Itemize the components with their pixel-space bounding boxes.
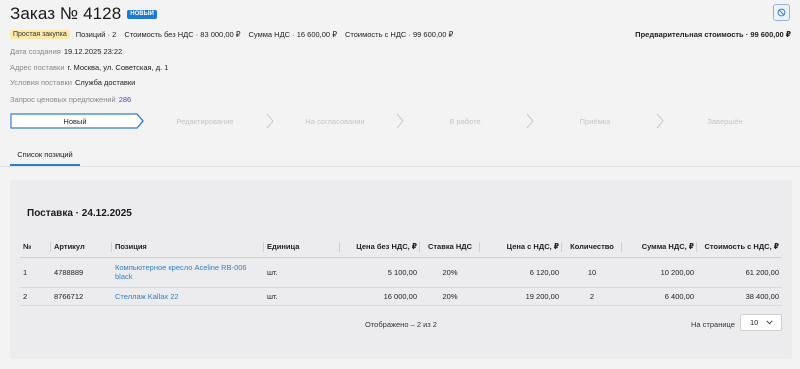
status-badge: НОВЫЙ	[127, 9, 157, 19]
col-header-unit: Единица	[264, 237, 340, 258]
table-row: 2 8766712 Стеллаж Kallax 22 шт. 16 000,0…	[20, 287, 782, 306]
cell-vat-sum: 10 200,00	[622, 257, 697, 288]
col-header-position: Позиция	[112, 237, 264, 258]
table-row: 1 4788889 Компьютерное кресло Aceline RB…	[20, 257, 782, 288]
created-date-row: Дата создания 19.12.2025 23:22	[10, 47, 122, 56]
table-header-row: № Артикул Позиция Единица Цена без НДС, …	[20, 237, 782, 258]
per-page-label: На странице	[691, 320, 735, 329]
cell-qty: 10	[562, 257, 622, 288]
step-acceptance: Приёмка	[579, 117, 611, 126]
per-page-select[interactable]: 10	[740, 314, 782, 331]
block-icon	[777, 8, 786, 17]
conditions-value: Служба доставки	[74, 78, 136, 87]
chevron-down-icon	[766, 320, 773, 325]
cell-qty: 2	[562, 287, 622, 306]
address-label: Адрес поставки	[10, 63, 65, 72]
col-header-qty: Количество	[562, 237, 622, 258]
cell-vat-rate: 20%	[420, 257, 480, 288]
cancel-order-button[interactable]	[773, 4, 790, 21]
divider	[0, 166, 800, 167]
created-date-value: 19.12.2025 23:22	[63, 47, 123, 56]
col-header-vat-rate: Ставка НДС	[420, 237, 480, 258]
conditions-label: Условия поставки	[10, 78, 72, 87]
address-row: Адрес поставки г. Москва, ул. Советская, …	[10, 63, 168, 72]
cost-without-vat: Стоимость без НДС · 83 000,00 ₽	[124, 30, 241, 39]
col-header-price-vat: Цена с НДС, ₽	[480, 237, 562, 258]
cell-price-vat: 19 200,00	[480, 287, 562, 306]
cell-unit: шт.	[264, 287, 340, 306]
cell-vat-rate: 20%	[420, 287, 480, 306]
col-header-total: Стоимость с НДС, ₽	[697, 237, 782, 258]
purchase-type-chip: Простая закупка	[10, 30, 70, 39]
cost-with-vat: Стоимость с НДС · 99 600,00 ₽	[344, 30, 454, 39]
col-header-n: №	[20, 237, 51, 258]
col-header-article: Артикул	[51, 237, 112, 258]
cell-n: 1	[20, 257, 51, 288]
step-editing: Редактирование	[176, 117, 234, 126]
delivery-card: Поставка · 24.12.2025 № Артикул Позиция …	[10, 180, 792, 359]
col-header-price: Цена без НДС, ₽	[340, 237, 420, 258]
cell-unit: шт.	[264, 257, 340, 288]
col-header-vat-sum: Сумма НДС, ₽	[622, 237, 697, 258]
position-link[interactable]: Компьютерное кресло Aceline RB-006 black	[112, 257, 264, 288]
vat-sum: Сумма НДС · 16 600,00 ₽	[248, 30, 337, 39]
preliminary-cost: Предварительная стоимость · 99 600,00 ₽	[635, 30, 791, 39]
tab-positions[interactable]: Список позиций	[10, 150, 80, 159]
created-date-label: Дата создания	[10, 47, 61, 56]
positions-count: Позиций · 2	[75, 30, 117, 39]
delivery-title: Поставка · 24.12.2025	[27, 208, 132, 219]
positions-table: № Артикул Позиция Единица Цена без НДС, …	[20, 237, 782, 306]
order-header: Заказ № 4128 НОВЫЙ Простая закупка Позиц…	[0, 0, 800, 170]
step-approval: На согласовании	[305, 117, 365, 126]
position-link[interactable]: Стеллаж Kallax 22	[112, 287, 264, 306]
cell-vat-sum: 6 400,00	[622, 287, 697, 306]
title-row: Заказ № 4128 НОВЫЙ	[10, 4, 157, 24]
order-page: Заказ № 4128 НОВЫЙ Простая закупка Позиц…	[0, 0, 800, 369]
quotes-row: Запрос ценовых предложений 286	[10, 95, 131, 104]
conditions-row: Условия поставки Служба доставки	[10, 78, 135, 87]
cell-price: 16 000,00	[340, 287, 420, 306]
page-title: Заказ № 4128	[10, 4, 122, 23]
step-new: Новый	[63, 117, 87, 126]
step-completed: Завершён	[707, 117, 743, 126]
quotes-link[interactable]: 286	[119, 95, 132, 104]
cell-price: 5 100,00	[340, 257, 420, 288]
cell-article: 4788889	[51, 257, 112, 288]
cell-price-vat: 6 120,00	[480, 257, 562, 288]
cell-n: 2	[20, 287, 51, 306]
per-page-value: 10	[750, 318, 759, 327]
address-value: г. Москва, ул. Советская, д. 1	[67, 63, 169, 72]
cell-total: 38 400,00	[697, 287, 782, 306]
step-in-progress: В работе	[449, 117, 481, 126]
cell-total: 61 200,00	[697, 257, 782, 288]
status-stepper: Новый Редактирование На согласовании В р…	[10, 113, 792, 129]
order-summary: Простая закупка Позиций · 2 Стоимость бе…	[10, 30, 461, 39]
quotes-label: Запрос ценовых предложений	[10, 95, 116, 104]
cell-article: 8766712	[51, 287, 112, 306]
pagination-status: Отображено – 2 из 2	[365, 320, 437, 329]
